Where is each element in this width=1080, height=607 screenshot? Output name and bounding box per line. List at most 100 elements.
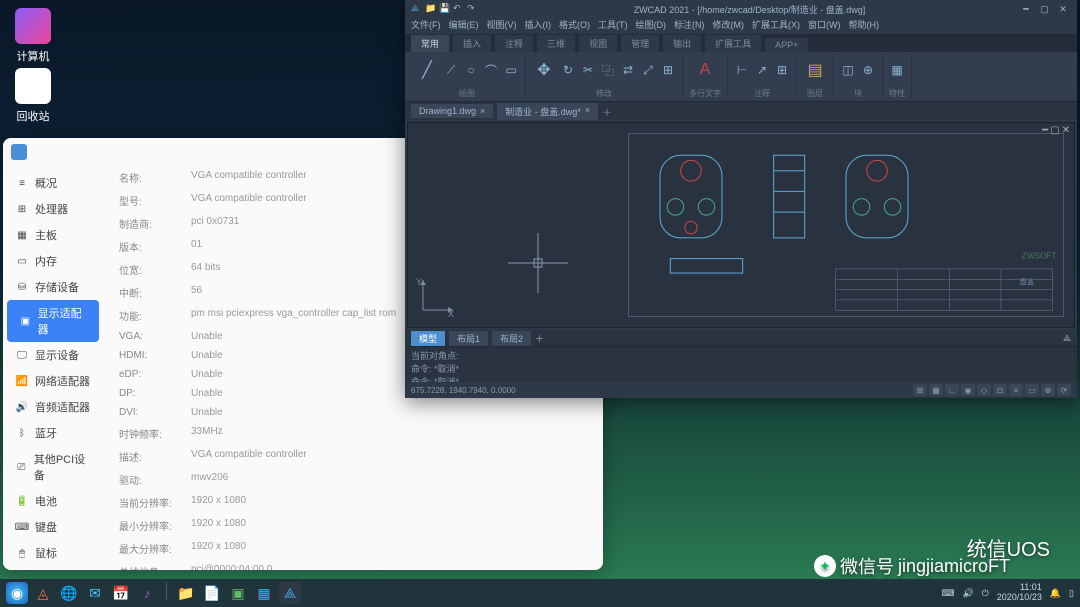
dim-tool-icon[interactable]: ⊢ (734, 62, 750, 78)
array-tool-icon[interactable]: ⊞ (660, 62, 676, 78)
sidebar-item-2[interactable]: ▦主板 (3, 222, 103, 248)
cad-canvas[interactable]: Y X (407, 122, 1075, 328)
otrack-toggle-icon[interactable]: ⊡ (993, 384, 1007, 396)
open-icon[interactable]: 📁 (425, 3, 437, 15)
tray-keyboard-icon[interactable]: ⌨ (941, 588, 954, 599)
sidebar-item-5[interactable]: ▣显示适配器 (7, 300, 99, 342)
menu-item[interactable]: 编辑(E) (449, 18, 479, 34)
sidebar-item-4[interactable]: ⛁存储设备 (3, 274, 103, 300)
copy-tool-icon[interactable]: ⿻ (600, 62, 616, 78)
sidebar-item-9[interactable]: ᛒ蓝牙 (3, 420, 103, 446)
polyline-tool-icon[interactable]: ⟋ (443, 62, 459, 78)
menu-item[interactable]: 窗口(W) (808, 18, 841, 34)
show-desktop-button[interactable]: ▯ (1069, 588, 1074, 599)
move-tool-icon[interactable]: ✥ (532, 58, 556, 82)
trim-tool-icon[interactable]: ✂ (580, 62, 596, 78)
status-extra-icon[interactable]: ⟳ (1057, 384, 1071, 396)
menu-item[interactable]: 修改(M) (713, 18, 745, 34)
sidebar-item-1[interactable]: ⊞处理器 (3, 196, 103, 222)
rotate-tool-icon[interactable]: ↻ (560, 62, 576, 78)
text-tool-icon[interactable]: A (693, 58, 717, 82)
menu-item[interactable]: 格式(O) (559, 18, 590, 34)
tray-volume-icon[interactable]: 🔊 (962, 588, 973, 599)
document-tab[interactable]: 制造业 - 盘盖.dwg*× (497, 103, 598, 120)
tray-network-icon[interactable]: ⏻ (982, 588, 989, 599)
zwcad-taskbar-icon[interactable]: ⟁ (279, 582, 301, 604)
doc-maximize-button[interactable]: ▢ (1050, 125, 1059, 136)
sidebar-item-11[interactable]: 🔋电池 (3, 488, 103, 514)
sidebar-item-12[interactable]: ⌨键盘 (3, 514, 103, 540)
sidebar-item-0[interactable]: ≡概况 (3, 170, 103, 196)
arc-tool-icon[interactable]: ⌒ (483, 62, 499, 78)
music-icon[interactable]: ♪ (136, 582, 158, 604)
ribbon-tab[interactable]: 注释 (495, 35, 533, 52)
ribbon-tab[interactable]: APP+ (765, 38, 808, 52)
menu-item[interactable]: 绘图(D) (636, 18, 667, 34)
desktop-computer-icon[interactable]: 计算机 (15, 8, 51, 64)
sidebar-item-13[interactable]: 🖱鼠标 (3, 540, 103, 566)
tray-notification-icon[interactable]: 🔔 (1050, 588, 1061, 599)
menu-item[interactable]: 标注(N) (674, 18, 705, 34)
sidebar-item-14[interactable]: 🖨打印机 (3, 566, 103, 570)
browser-icon[interactable]: 🌐 (58, 582, 80, 604)
calendar-icon[interactable]: 📅 (110, 582, 132, 604)
mail-icon[interactable]: ✉ (84, 582, 106, 604)
block-tool-icon[interactable]: ◫ (840, 62, 856, 78)
table-tool-icon[interactable]: ⊞ (774, 62, 790, 78)
rect-tool-icon[interactable]: ▭ (503, 62, 519, 78)
menu-item[interactable]: 扩展工具(X) (752, 18, 800, 34)
model-toggle-icon[interactable]: ▭ (1025, 384, 1039, 396)
save-icon[interactable]: 💾 (439, 3, 451, 15)
menu-item[interactable]: 视图(V) (487, 18, 517, 34)
ribbon-tab[interactable]: 输出 (663, 35, 701, 52)
files-app-icon[interactable]: 📁 (175, 582, 197, 604)
taskbar-clock[interactable]: 11:01 2020/10/23 (997, 583, 1042, 603)
app-store-icon[interactable]: ◬ (32, 582, 54, 604)
ribbon-tab[interactable]: 视图 (579, 35, 617, 52)
sidebar-item-8[interactable]: 🔊音频适配器 (3, 394, 103, 420)
ribbon-tab[interactable]: 常用 (411, 35, 449, 52)
terminal-app-icon[interactable]: ▣ (227, 582, 249, 604)
cad-titlebar[interactable]: ⟁ 📁 💾 ↶ ↷ ZWCAD 2021 - [/home/zwcad/Desk… (405, 0, 1077, 18)
sidebar-item-10[interactable]: ⎚其他PCI设备 (3, 446, 103, 488)
menu-item[interactable]: 帮助(H) (849, 18, 880, 34)
layer-tool-icon[interactable]: ▤ (803, 58, 827, 82)
add-layout-button[interactable]: ＋ (535, 332, 544, 345)
minimize-button[interactable]: ━ (1018, 4, 1034, 15)
redo-icon[interactable]: ↷ (467, 3, 479, 15)
menu-item[interactable]: 文件(F) (411, 18, 441, 34)
layout-tab[interactable]: 布局2 (492, 331, 531, 346)
grid-toggle-icon[interactable]: ▦ (929, 384, 943, 396)
doc-minimize-button[interactable]: ━ (1042, 125, 1048, 136)
close-button[interactable]: ✕ (1055, 4, 1071, 15)
ribbon-tab[interactable]: 管理 (621, 35, 659, 52)
mirror-tool-icon[interactable]: ⇄ (620, 62, 636, 78)
lweight-toggle-icon[interactable]: ≡ (1009, 384, 1023, 396)
close-icon[interactable]: × (585, 105, 590, 118)
osnap-toggle-icon[interactable]: ◇ (977, 384, 991, 396)
undo-icon[interactable]: ↶ (453, 3, 465, 15)
ribbon-tab[interactable]: 三维 (537, 35, 575, 52)
ortho-toggle-icon[interactable]: ∟ (945, 384, 959, 396)
close-icon[interactable]: × (480, 106, 485, 116)
sidebar-item-6[interactable]: 🖵显示设备 (3, 342, 103, 368)
scale-tool-icon[interactable]: ⤢ (640, 62, 656, 78)
circle-tool-icon[interactable]: ○ (463, 62, 479, 78)
ribbon-tab[interactable]: 扩展工具 (705, 35, 761, 52)
leader-tool-icon[interactable]: ↗ (754, 62, 770, 78)
command-panel[interactable]: 当前对角点: 命令: *取消* 命令: *取消* 命令: (405, 346, 1077, 382)
new-tab-button[interactable]: ＋ (602, 104, 612, 119)
text-app-icon[interactable]: 📄 (201, 582, 223, 604)
document-tab[interactable]: Drawing1.dwg× (411, 104, 493, 118)
snap-toggle-icon[interactable]: ⊞ (913, 384, 927, 396)
maximize-button[interactable]: ▢ (1036, 4, 1052, 15)
menu-item[interactable]: 工具(T) (598, 18, 628, 34)
launcher-icon[interactable]: ◉ (6, 582, 28, 604)
doc-close-button[interactable]: ✕ (1062, 125, 1070, 136)
sidebar-item-3[interactable]: ▭内存 (3, 248, 103, 274)
layout-tab[interactable]: 布局1 (449, 331, 488, 346)
insert-tool-icon[interactable]: ⊕ (860, 62, 876, 78)
props-tool-icon[interactable]: ▦ (889, 62, 905, 78)
line-tool-icon[interactable]: ╱ (415, 58, 439, 82)
ribbon-tab[interactable]: 插入 (453, 35, 491, 52)
